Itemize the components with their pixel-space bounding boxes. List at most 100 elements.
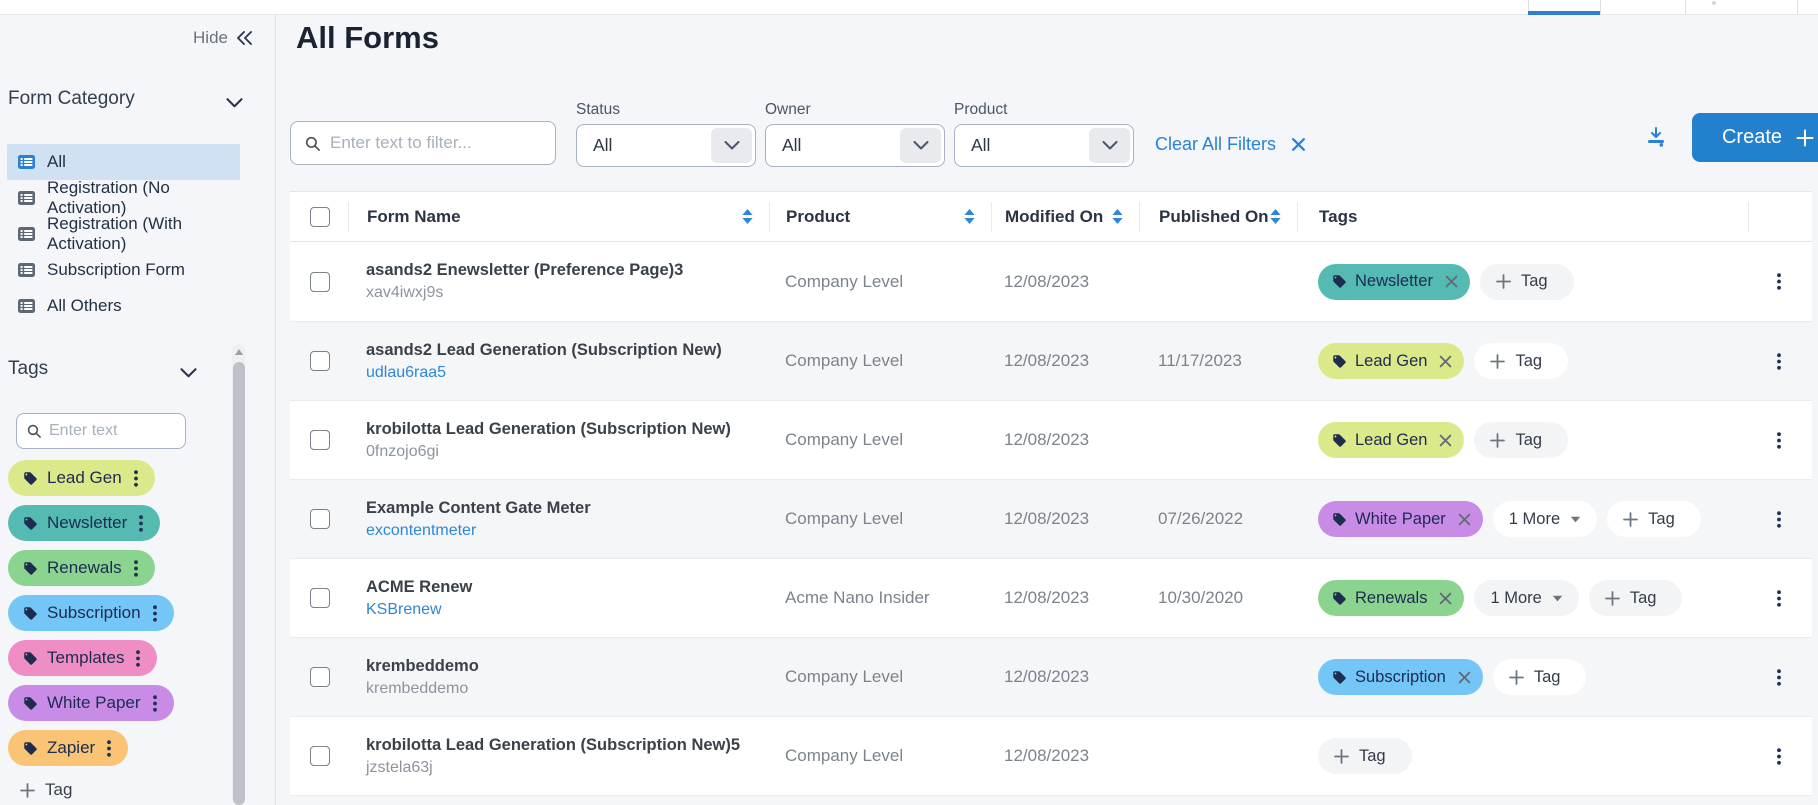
kebab-menu-icon[interactable] (104, 738, 114, 759)
chevron-down-icon[interactable] (1089, 128, 1130, 163)
add-tag-button[interactable]: Tag (1607, 501, 1701, 537)
table-filter-input[interactable] (330, 133, 541, 153)
add-tag-button[interactable]: Tag (20, 780, 72, 800)
tags-cell: White Paper 1 More Tag (1297, 480, 1748, 558)
row-checkbox[interactable] (310, 588, 330, 608)
more-tags-button[interactable]: 1 More (1493, 501, 1597, 537)
tag-icon (23, 606, 38, 621)
row-tag-lead-gen[interactable]: Lead Gen (1318, 422, 1464, 458)
tags-scrollbar-track[interactable] (232, 344, 245, 805)
kebab-menu-icon[interactable] (1774, 509, 1784, 530)
sort-icon[interactable] (742, 209, 753, 224)
kebab-menu-icon[interactable] (1774, 588, 1784, 609)
tags-scrollbar-thumb[interactable] (233, 362, 245, 805)
remove-tag-icon[interactable] (1458, 671, 1471, 684)
chevron-down-icon[interactable] (711, 128, 752, 163)
download-icon[interactable] (1645, 125, 1667, 148)
select-all-checkbox[interactable] (310, 207, 330, 227)
row-tag-renewals[interactable]: Renewals (1318, 580, 1464, 616)
dropdown-select-owner[interactable]: All (765, 124, 945, 167)
add-tag-button[interactable]: Tag (1318, 738, 1412, 774)
chevron-down-icon[interactable] (180, 365, 197, 383)
tag-icon (23, 516, 38, 531)
sidebar-category-registration-no-activation[interactable]: Registration (No Activation) (7, 180, 240, 216)
form-code[interactable]: KSBrenew (366, 601, 472, 619)
row-tag-white-paper[interactable]: White Paper (1318, 501, 1483, 537)
create-label: Create (1722, 126, 1782, 149)
add-tag-button[interactable]: Tag (1480, 264, 1574, 300)
add-tag-button[interactable]: Tag (1474, 422, 1568, 458)
category-label: Registration (With Activation) (47, 214, 240, 254)
more-tags-button[interactable]: 1 More (1474, 580, 1578, 616)
table-row: ACME RenewKSBrenewAcme Nano Insider12/08… (290, 558, 1812, 637)
kebab-menu-icon[interactable] (131, 468, 141, 489)
row-checkbox[interactable] (310, 351, 330, 371)
sidebar-category-registration-with-activation[interactable]: Registration (With Activation) (7, 216, 240, 252)
row-tag-subscription[interactable]: Subscription (1318, 659, 1483, 695)
sort-icon[interactable] (964, 209, 975, 224)
kebab-menu-icon[interactable] (1774, 430, 1784, 451)
row-tag-lead-gen[interactable]: Lead Gen (1318, 343, 1464, 379)
sidebar-tag-newsletter[interactable]: Newsletter (8, 505, 160, 541)
sidebar-tag-zapier[interactable]: Zapier (8, 730, 128, 766)
kebab-menu-icon[interactable] (1774, 667, 1784, 688)
chevron-down-icon[interactable] (226, 95, 243, 113)
sidebar-tag-subscription[interactable]: Subscription (8, 595, 174, 631)
chevron-down-icon[interactable] (900, 128, 941, 163)
sort-icon[interactable] (1270, 209, 1281, 224)
tag-label: Zapier (47, 738, 95, 758)
remove-tag-icon[interactable] (1439, 592, 1452, 605)
row-checkbox[interactable] (310, 746, 330, 766)
sidebar-category-all[interactable]: All (7, 144, 240, 180)
row-checkbox[interactable] (310, 430, 330, 450)
kebab-menu-icon[interactable] (1774, 351, 1784, 372)
remove-tag-icon[interactable] (1445, 275, 1458, 288)
dropdown-select-product[interactable]: All (954, 124, 1134, 167)
form-name[interactable]: ACME Renew (366, 578, 472, 597)
sidebar-tag-white-paper[interactable]: White Paper (8, 685, 174, 721)
dropdown-label: Owner (765, 101, 945, 119)
plus-icon (1334, 749, 1349, 764)
kebab-menu-icon[interactable] (131, 558, 141, 579)
top-tab-strip[interactable] (0, 0, 1818, 15)
remove-tag-icon[interactable] (1439, 355, 1452, 368)
form-code[interactable]: udlau6raa5 (366, 364, 722, 382)
sidebar-category-subscription-form[interactable]: Subscription Form (7, 252, 240, 288)
kebab-menu-icon[interactable] (133, 648, 143, 669)
form-name[interactable]: krobilotta Lead Generation (Subscription… (366, 736, 740, 755)
sidebar-tag-templates[interactable]: Templates (8, 640, 157, 676)
sidebar-tag-lead-gen[interactable]: Lead Gen (8, 460, 155, 496)
kebab-menu-icon[interactable] (136, 513, 146, 534)
hide-sidebar-button[interactable]: Hide (193, 28, 253, 48)
form-name[interactable]: krembeddemo (366, 657, 479, 676)
row-checkbox[interactable] (310, 272, 330, 292)
sort-icon[interactable] (1112, 209, 1123, 224)
form-name[interactable]: krobilotta Lead Generation (Subscription… (366, 420, 731, 439)
sidebar-category-all-others[interactable]: All Others (7, 288, 240, 324)
kebab-menu-icon[interactable] (1774, 271, 1784, 292)
kebab-menu-icon[interactable] (150, 603, 160, 624)
add-tag-button[interactable]: Tag (1474, 343, 1568, 379)
form-name[interactable]: asands2 Lead Generation (Subscription Ne… (366, 341, 722, 360)
tag-label: Lead Gen (1355, 431, 1427, 450)
form-name[interactable]: Example Content Gate Meter (366, 499, 591, 518)
published-on-cell (1139, 717, 1297, 795)
row-tag-newsletter[interactable]: Newsletter (1318, 264, 1470, 300)
add-tag-button[interactable]: Tag (1493, 659, 1587, 695)
row-checkbox[interactable] (310, 509, 330, 529)
kebab-menu-icon[interactable] (150, 693, 160, 714)
form-code[interactable]: excontentmeter (366, 522, 591, 540)
add-tag-button[interactable]: Tag (1589, 580, 1683, 616)
form-name[interactable]: asands2 Enewsletter (Preference Page)3 (366, 261, 683, 280)
tag-search-input[interactable] (49, 422, 175, 440)
create-button[interactable]: Create (1692, 113, 1818, 162)
clear-all-filters-button[interactable]: Clear All Filters (1155, 134, 1306, 155)
dropdown-select-status[interactable]: All (576, 124, 756, 167)
row-checkbox[interactable] (310, 667, 330, 687)
remove-tag-icon[interactable] (1458, 513, 1471, 526)
sidebar-tag-renewals[interactable]: Renewals (8, 550, 155, 586)
tab-divider (1685, 0, 1686, 14)
kebab-menu-icon[interactable] (1774, 746, 1784, 767)
remove-tag-icon[interactable] (1439, 434, 1452, 447)
caret-down-icon (1552, 595, 1563, 602)
